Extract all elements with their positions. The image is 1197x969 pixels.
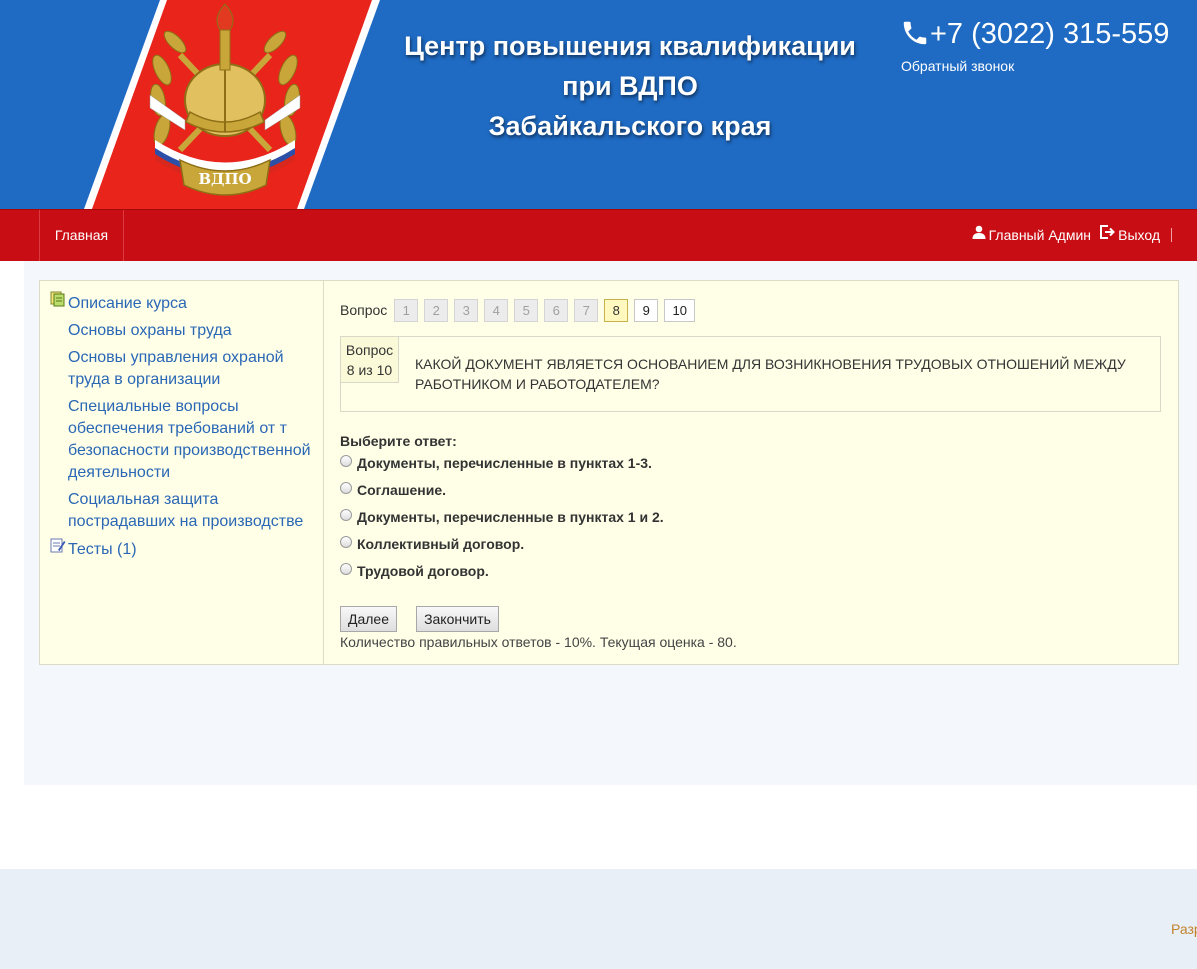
- answers-title: Выберите ответ:: [340, 433, 457, 449]
- phone-number[interactable]: +7 (3022) 315-559: [930, 16, 1169, 52]
- main-navbar: Главная Главный Админ Выход: [0, 209, 1197, 261]
- answer-option-3[interactable]: Документы, перечисленные в пунктах 1 и 2…: [340, 507, 664, 527]
- tree-item-2[interactable]: Специальные вопросы обеспечения требован…: [68, 396, 318, 484]
- tree-item-tests[interactable]: Тесты (1): [50, 537, 320, 561]
- question-nav-5[interactable]: 5: [514, 298, 539, 322]
- question-nav-6[interactable]: 6: [544, 298, 569, 322]
- site-footer: Разр: [0, 869, 1197, 969]
- answer-option-4[interactable]: Коллективный договор.: [340, 534, 524, 554]
- nav-logout-link[interactable]: Выход: [1099, 210, 1160, 261]
- site-title: Центр повышения квалификации при ВДПО За…: [380, 26, 880, 146]
- quiz-area: Вопрос 1 2 3 4 5 6 7 8 9 10 Вопрос 8 из …: [340, 281, 1162, 664]
- quiz-stats: Количество правильных ответов - 10%. Тек…: [340, 634, 737, 650]
- question-nav-9[interactable]: 9: [634, 298, 659, 322]
- nav-logout-label: Выход: [1118, 227, 1160, 243]
- nav-separator: [1171, 228, 1172, 242]
- question-nav-4[interactable]: 4: [484, 298, 509, 322]
- answer-radio-4[interactable]: [340, 536, 352, 548]
- site-title-line2: при ВДПО: [562, 71, 698, 101]
- next-button[interactable]: Далее: [340, 606, 397, 632]
- nav-user-label: Главный Админ: [988, 227, 1091, 243]
- question-nav-7[interactable]: 7: [574, 298, 599, 322]
- answer-label-2: Соглашение.: [357, 482, 447, 498]
- answer-radio-3[interactable]: [340, 509, 352, 521]
- phone-icon: [900, 18, 930, 57]
- question-nav-10[interactable]: 10: [664, 298, 696, 322]
- tree-item-3[interactable]: Социальная защита пострадавших на произв…: [68, 489, 318, 533]
- answer-label-4: Коллективный договор.: [357, 536, 525, 552]
- tree-item-1[interactable]: Основы управления охраной труда в органи…: [68, 347, 318, 391]
- tree-tests-label: Тесты (1): [68, 541, 137, 558]
- question-counter-label: Вопрос: [345, 342, 394, 358]
- tree-item-0[interactable]: Основы охраны труда: [68, 320, 318, 342]
- question-nav-label: Вопрос: [340, 302, 388, 318]
- finish-button[interactable]: Закончить: [416, 606, 499, 632]
- nav-user-link[interactable]: Главный Админ: [972, 210, 1091, 261]
- answer-option-1[interactable]: Документы, перечисленные в пунктах 1-3.: [340, 453, 652, 473]
- nav-home-link[interactable]: Главная: [39, 210, 124, 261]
- answer-radio-1[interactable]: [340, 455, 352, 467]
- question-nav-2[interactable]: 2: [424, 298, 449, 322]
- callback-link[interactable]: Обратный звонок: [901, 58, 1014, 74]
- course-tree: Описание курса Основы охраны труда Основ…: [40, 281, 324, 664]
- answer-label-5: Трудовой договор.: [357, 563, 489, 579]
- logout-icon: [1099, 209, 1116, 260]
- question-nav-3[interactable]: 3: [454, 298, 479, 322]
- site-title-line1: Центр повышения квалификации: [404, 31, 856, 61]
- question-text: КАКОЙ ДОКУМЕНТ ЯВЛЯЕТСЯ ОСНОВАНИЕМ ДЛЯ В…: [415, 356, 1126, 392]
- site-title-line3: Забайкальского края: [488, 111, 772, 141]
- question-nav-8[interactable]: 8: [604, 298, 629, 322]
- answer-radio-2[interactable]: [340, 482, 352, 494]
- course-panel: Описание курса Основы охраны труда Основ…: [39, 280, 1179, 665]
- tree-root-label: Описание курса: [68, 295, 187, 312]
- question-counter: Вопрос 8 из 10: [341, 337, 399, 383]
- answer-option-5[interactable]: Трудовой договор.: [340, 561, 489, 581]
- emblem-text: ВДПО: [198, 170, 251, 188]
- pages-icon: [50, 291, 66, 314]
- answer-label-1: Документы, перечисленные в пунктах 1-3.: [357, 455, 652, 471]
- question-nav-1[interactable]: 1: [394, 298, 419, 322]
- question-counter-value: 8 из 10: [346, 362, 393, 378]
- footer-developer-link[interactable]: Разр: [1171, 921, 1197, 937]
- user-icon: [972, 209, 986, 260]
- tree-item-course-description[interactable]: Описание курса: [50, 291, 320, 315]
- answer-radio-5[interactable]: [340, 563, 352, 575]
- phone-block: +7 (3022) 315-559: [900, 16, 1169, 57]
- site-header: ВДПО Центр повышения квалификации при ВД…: [0, 0, 1197, 209]
- question-navigator: Вопрос 1 2 3 4 5 6 7 8 9 10: [340, 298, 701, 322]
- question-box: Вопрос 8 из 10 КАКОЙ ДОКУМЕНТ ЯВЛЯЕТСЯ О…: [340, 336, 1161, 412]
- answer-option-2[interactable]: Соглашение.: [340, 480, 446, 500]
- vdpo-emblem-logo: ВДПО: [149, 3, 301, 196]
- answer-label-3: Документы, перечисленные в пунктах 1 и 2…: [357, 509, 664, 525]
- test-edit-icon: [50, 537, 66, 560]
